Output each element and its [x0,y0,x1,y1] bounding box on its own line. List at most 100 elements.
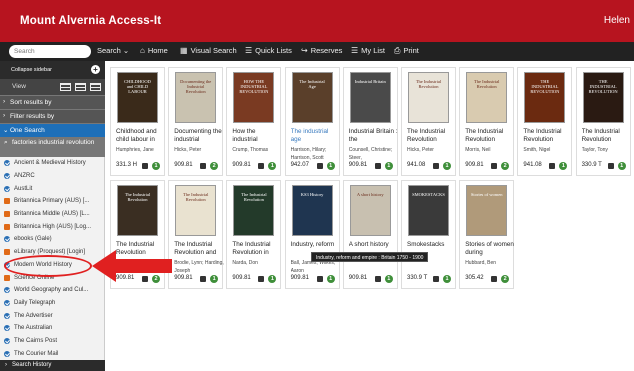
result-card[interactable]: The Industrial Revolution The Industrial … [168,180,224,289]
result-author[interactable]: Taylor, Tony [582,146,632,154]
book-icon [200,163,207,169]
result-author[interactable]: Crump, Thomas [232,146,282,154]
result-author[interactable]: Counsell, Christine; Steer, [349,146,399,163]
reserves-button[interactable]: ↪ Reserves [301,46,342,55]
collapse-sidebar-label: Collapse sidebar [11,67,52,73]
book-cover[interactable]: Stories of women [466,185,508,236]
one-search-section[interactable]: ⌄ One Search [0,123,105,137]
result-card[interactable]: Industrial Britain Industrial Britain : t… [342,67,399,176]
result-author[interactable]: Hicks, Peter [407,146,457,154]
detail-view-icon[interactable] [75,83,86,91]
result-card[interactable]: Stories of women Stories of women during H… [459,180,515,289]
book-cover[interactable]: The Industrial Revolution [175,185,217,236]
database-item[interactable]: Britannica Middle (AUS) [L... [0,208,105,221]
availability-badge: 1 [152,162,160,170]
database-item[interactable]: Britannica Primary (AUS) [... [0,195,105,208]
checkmark-icon [4,299,10,306]
collapse-sidebar-bar[interactable]: Collapse sidebar + [0,61,105,79]
database-item[interactable]: The Cairns Post [0,335,105,348]
book-cover[interactable]: THE INDUSTRIAL REVOLUTION [524,72,566,123]
book-cover[interactable]: Industrial Britain [349,72,391,123]
result-card[interactable]: CHILDHOOD and CHILD LABOUR Childhood and … [110,67,165,176]
book-icon [374,163,381,169]
user-name[interactable]: Helen [604,15,630,26]
cover-text: Documenting the Industrial Revolution [180,79,212,94]
database-item[interactable]: The Australian [0,322,105,335]
database-item[interactable]: Ancient & Medieval History [0,157,105,170]
checkmark-icon [4,337,10,344]
cover-text: KS3 History [300,192,324,197]
database-item[interactable]: AustLit [0,182,105,195]
book-cover[interactable]: The Industrial Revolution [466,72,508,123]
database-item[interactable]: The Advertiser [0,309,105,322]
home-button[interactable]: ⌂ Home [140,46,168,55]
filter-results-section[interactable]: › Filter results by [0,109,105,123]
book-cover[interactable]: A short history [349,185,391,236]
book-icon [549,163,556,169]
call-number: 909.81 [174,275,193,281]
quick-lists-button[interactable]: ☰ Quick Lists [245,46,292,55]
result-card[interactable]: The Industrial Revolution The Industrial … [459,67,515,176]
result-card[interactable]: KS3 History Industry, reform Ball, James; … [284,180,340,289]
result-card[interactable]: The Industrial Revolution The Industrial … [226,180,282,289]
call-number: 909.81 [348,275,368,281]
database-item-label: World Geography and Cul... [14,287,89,294]
list-view-icon[interactable] [60,83,71,91]
result-author[interactable]: Morris, Neil [465,146,515,154]
sort-results-section[interactable]: › Sort results by [0,95,105,109]
result-author[interactable]: Hubbard, Ben [465,259,515,267]
search-input[interactable] [9,45,91,58]
search-menu-button[interactable]: Search ⌄ [97,46,129,55]
result-card[interactable]: The Industrial Age The industrial age Harr… [284,67,341,176]
result-author[interactable]: Brodie, Lynn; Harding, Joseph [174,259,224,276]
result-author[interactable]: Narda, Don [232,259,282,267]
grid-view-icon[interactable] [90,83,101,91]
database-item[interactable]: ebooks (Gale) [0,233,105,246]
share-arrow-icon: ↪ [301,45,308,55]
database-item[interactable]: World Geography and Cul... [0,284,105,297]
result-card[interactable]: The Industrial Revolution The Industrial … [401,67,456,176]
result-author[interactable]: Smith, Nigel [523,146,573,154]
visual-search-button[interactable]: ▦ Visual Search [180,46,237,55]
book-cover[interactable]: CHILDHOOD and CHILD LABOUR [117,72,158,123]
result-card[interactable]: A short history A short history 909.81 1 [342,180,398,289]
app-title[interactable]: Mount Alvernia Access-It [20,15,161,27]
result-card[interactable]: THE INDUSTRIAL REVOLUTION The Industrial … [575,67,632,176]
print-button[interactable]: ⎙ Print [394,46,419,55]
lock-icon [4,211,10,218]
book-cover[interactable]: The Industrial Age [291,72,333,123]
database-item[interactable]: ANZRC [0,170,105,183]
call-number: 330.9 T [581,162,602,168]
search-history-bar[interactable]: › Search History [0,360,105,371]
book-cover[interactable]: HOW THE INDUSTRIAL REVOLUTION [233,72,275,123]
result-card[interactable]: HOW THE INDUSTRIAL REVOLUTION How the ind… [226,67,282,176]
availability-badge: 2 [501,162,510,170]
book-icon [316,276,323,282]
book-cover[interactable]: The Industrial Revolution [408,72,449,123]
book-cover[interactable]: Documenting the Industrial Revolution [175,72,217,123]
book-cover[interactable]: The Industrial Revolution [117,185,158,236]
search-box[interactable] [9,45,91,58]
result-author[interactable]: Harrison, Hilary; Harrison, Scott [291,146,341,163]
result-card[interactable]: THE INDUSTRIAL REVOLUTION The Industrial … [517,67,573,176]
availability-badge: 1 [559,162,568,170]
my-list-button[interactable]: ☰ My List [351,46,385,55]
lock-icon [4,223,10,230]
annotation-circle [4,255,92,277]
result-author[interactable]: Hicks, Peter [174,146,224,154]
database-item[interactable]: Daily Telegraph [0,297,105,310]
result-card[interactable]: SMOKESTACKS Smokestacks 330.9 T1 [401,180,456,289]
one-search-term[interactable]: ⌕ factories industrial revolution [0,137,105,157]
database-item-label: The Advertiser [14,312,53,319]
cover-text: THE INDUSTRIAL REVOLUTION [588,79,618,94]
database-item[interactable]: Britannica High (AUS) [Log... [0,220,105,233]
book-cover[interactable]: KS3 History [291,185,333,236]
plus-icon[interactable]: + [91,65,100,74]
result-author[interactable]: Humphries, Jane [116,146,166,154]
print-label: Print [403,46,419,55]
book-cover[interactable]: The Industrial Revolution [233,185,275,236]
result-card[interactable]: Documenting the Industrial Revolution Doc… [168,67,224,176]
book-cover[interactable]: THE INDUSTRIAL REVOLUTION [582,72,624,123]
book-cover[interactable]: SMOKESTACKS [408,185,449,236]
database-item[interactable]: The Courier Mail [0,347,105,360]
